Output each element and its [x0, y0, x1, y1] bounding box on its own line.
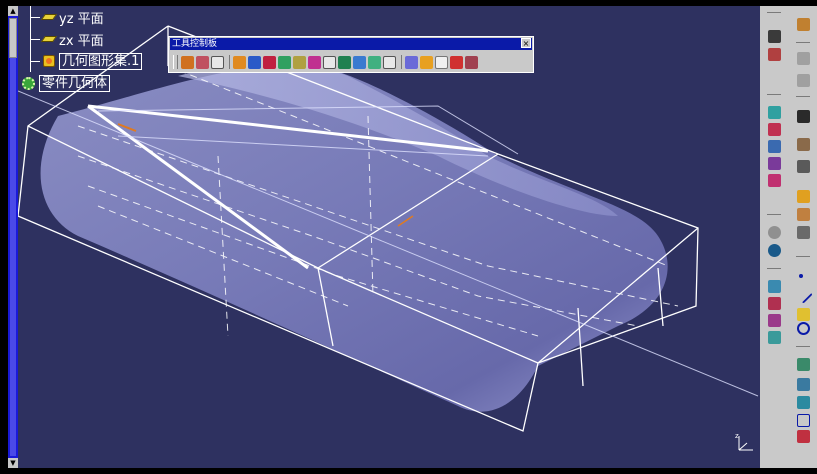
tree-item-label: zx 平面	[59, 33, 104, 49]
right-toolbar	[760, 6, 817, 468]
extrude-icon[interactable]	[768, 106, 781, 119]
scroll-track[interactable]	[10, 18, 16, 456]
select-arrow-icon[interactable]	[797, 110, 810, 123]
transform-icon[interactable]	[768, 331, 781, 344]
solid-icon[interactable]	[353, 55, 366, 69]
sketch-icon[interactable]	[768, 30, 781, 43]
toolbar-separator	[401, 55, 402, 69]
axis-compass-icon[interactable]: z	[733, 430, 757, 454]
scroll-up-arrow-icon[interactable]: ▲	[8, 6, 18, 16]
sketcher-icon[interactable]	[797, 190, 810, 203]
point-tool-icon[interactable]	[799, 274, 803, 278]
plane-icon	[40, 36, 58, 42]
plane-icon	[40, 14, 58, 20]
3d-model-scene[interactable]	[18, 6, 760, 468]
tree-scrollbar[interactable]: ▲ ▼	[8, 6, 18, 468]
scroll-thumb[interactable]	[9, 18, 17, 58]
plane-tool-icon[interactable]	[797, 308, 810, 321]
sphere-icon[interactable]	[768, 244, 781, 257]
line-tool-icon[interactable]	[794, 285, 813, 304]
cube-icon[interactable]	[465, 55, 478, 69]
toolbar-separator	[796, 96, 810, 97]
revolve-icon[interactable]	[768, 123, 781, 136]
axis-icon[interactable]	[450, 55, 463, 69]
sketch-tool-icon[interactable]	[181, 55, 194, 69]
spline-icon[interactable]	[233, 55, 246, 69]
point-icon[interactable]	[435, 55, 448, 69]
3d-viewport[interactable]	[18, 6, 760, 468]
toolbar-separator	[229, 55, 230, 69]
workbench-icon[interactable]	[797, 18, 810, 31]
tree-item-yz-plane[interactable]: yz 平面	[30, 8, 104, 27]
tree-item-label: 几何图形集.1	[59, 52, 143, 70]
toolbar-separator	[767, 214, 781, 215]
right-toolbar-column-1	[762, 6, 790, 468]
split-icon[interactable]	[768, 297, 781, 310]
fillet-icon[interactable]	[293, 55, 306, 69]
box-icon[interactable]	[323, 55, 336, 69]
boolean-icon[interactable]	[797, 430, 810, 443]
circle-tool-icon[interactable]	[797, 322, 810, 335]
toolbar-separator	[796, 346, 810, 347]
toolbar-title[interactable]: 工具控制板	[170, 38, 532, 50]
geometrical-set-icon	[43, 55, 55, 67]
update-icon[interactable]	[797, 52, 810, 65]
toolbar-separator	[796, 256, 810, 257]
multi-section-icon[interactable]	[797, 396, 810, 409]
tree-item-part-body[interactable]: 零件几何体	[20, 74, 111, 92]
join-icon[interactable]	[768, 280, 781, 293]
shell-icon[interactable]	[278, 55, 291, 69]
sketch-plane-icon[interactable]	[196, 55, 209, 69]
tree-item-label: yz 平面	[59, 11, 104, 27]
toolbar-separator	[767, 12, 781, 13]
tools-palette-toolbar[interactable]: 工具控制板 ×	[168, 36, 534, 73]
toolbar-icon-row	[173, 53, 529, 71]
toolbar-grip[interactable]	[173, 55, 178, 69]
part-body-icon	[22, 76, 35, 90]
compass-axis-label: z	[735, 432, 739, 440]
blend-icon[interactable]	[768, 174, 781, 187]
tree-item-zx-plane[interactable]: zx 平面	[30, 30, 104, 49]
scroll-down-arrow-icon[interactable]: ▼	[8, 458, 18, 468]
grid-icon[interactable]	[338, 55, 351, 69]
tree-branch	[30, 16, 40, 18]
toolbar-separator	[767, 268, 781, 269]
axis-system-icon[interactable]	[797, 138, 810, 151]
sweep-icon[interactable]	[768, 140, 781, 153]
rectangle-icon[interactable]	[797, 414, 810, 427]
fill-icon[interactable]	[797, 378, 810, 391]
offset-icon[interactable]	[768, 226, 781, 239]
pencil-icon[interactable]	[797, 208, 810, 221]
loft-icon[interactable]	[768, 157, 781, 170]
constraint-icon[interactable]	[405, 55, 418, 69]
tree-item-label: 零件几何体	[39, 74, 111, 92]
trim-icon[interactable]	[768, 314, 781, 327]
measure-tool-icon[interactable]	[797, 160, 810, 173]
close-icon[interactable]: ×	[521, 38, 531, 48]
pad-icon[interactable]	[263, 55, 276, 69]
plane-tool-icon[interactable]	[383, 55, 396, 69]
catia-workspace: ▲ ▼ yz 平面 zx 平面 几何图形集.1 零件几何体 工具控制板 × z	[0, 0, 817, 474]
line-icon[interactable]	[420, 55, 433, 69]
toolbar-separator	[767, 94, 781, 95]
measure-icon[interactable]	[308, 55, 321, 69]
tree-branch	[30, 38, 40, 40]
exit-sketch-icon[interactable]	[768, 48, 781, 61]
right-toolbar-column-2	[790, 6, 817, 468]
snap-icon[interactable]	[211, 55, 224, 69]
hide-show-icon[interactable]	[797, 74, 810, 87]
surface-icon[interactable]	[368, 55, 381, 69]
analysis-icon[interactable]	[797, 226, 810, 239]
extract-icon[interactable]	[797, 358, 810, 371]
tree-item-geometrical-set[interactable]: 几何图形集.1	[30, 52, 143, 70]
tree-branch	[30, 60, 40, 62]
curve-icon[interactable]	[248, 55, 261, 69]
toolbar-separator	[796, 42, 810, 43]
